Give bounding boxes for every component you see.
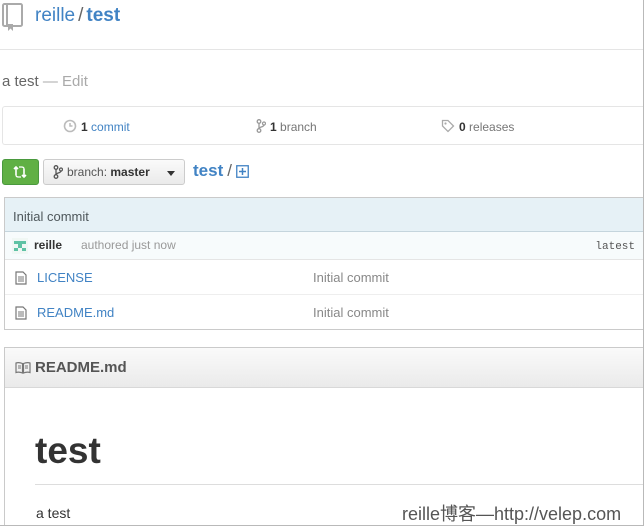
breadcrumb-separator: / xyxy=(227,161,232,180)
history-icon xyxy=(63,119,77,133)
repo-name-link[interactable]: test xyxy=(86,5,120,26)
repo-title-separator: / xyxy=(78,5,84,26)
latest-commit-link[interactable]: latest xyxy=(595,241,635,253)
latest-commit-message[interactable]: Initial commit xyxy=(5,198,643,232)
page-frame: reille / test a test — Edit 1 commit 1 bra… xyxy=(0,0,644,526)
book-icon xyxy=(15,362,31,374)
compare-button[interactable] xyxy=(2,159,39,185)
branch-icon xyxy=(53,165,64,179)
readme-filename: README.md xyxy=(35,359,127,376)
add-file-icon[interactable] xyxy=(236,163,249,183)
readme-header: README.md xyxy=(5,348,643,388)
branches-label: branch xyxy=(280,120,317,134)
releases-summary[interactable]: 0 releases xyxy=(441,119,514,134)
branch-icon xyxy=(256,119,267,133)
table-row: README.md Initial commit xyxy=(5,295,643,330)
repo-description-text: a test xyxy=(2,73,39,90)
commits-label: commit xyxy=(91,120,130,134)
breadcrumb: test / xyxy=(193,161,249,183)
readme-body-text: a test xyxy=(36,505,71,521)
commit-author-link[interactable]: reille xyxy=(34,238,62,252)
repo-title: reille / test xyxy=(35,5,120,27)
watermark-text: reille博客—http://velep.com xyxy=(402,504,622,524)
compare-icon xyxy=(13,165,27,179)
readme-heading: test xyxy=(35,430,101,471)
branch-prefix: branch: xyxy=(67,165,108,179)
file-commit-message[interactable]: Initial commit xyxy=(313,305,389,320)
table-row: LICENSE Initial commit xyxy=(5,260,643,295)
branch-select-button[interactable]: branch: master xyxy=(43,159,185,185)
file-listing: Initial commit reille authored just now … xyxy=(4,197,643,330)
breadcrumb-root-link[interactable]: test xyxy=(193,161,223,180)
file-name-link[interactable]: LICENSE xyxy=(37,270,93,285)
releases-count: 0 xyxy=(459,120,466,134)
releases-label: releases xyxy=(469,120,515,134)
branch-name: master xyxy=(110,165,150,179)
commit-time: authored just now xyxy=(81,238,176,252)
edit-description-link[interactable]: Edit xyxy=(62,73,88,90)
repo-description: a test — Edit xyxy=(2,73,88,90)
description-dash: — xyxy=(42,73,58,90)
commits-summary[interactable]: 1 commit xyxy=(63,119,130,134)
avatar[interactable] xyxy=(12,238,28,254)
numbers-summary: 1 commit 1 branch 0 releases xyxy=(2,106,643,145)
repo-owner-link[interactable]: reille xyxy=(35,5,75,26)
chevron-down-icon xyxy=(167,171,175,176)
tag-icon xyxy=(441,119,455,133)
repo-icon xyxy=(2,3,24,31)
file-name-link[interactable]: README.md xyxy=(37,305,114,320)
file-text-icon xyxy=(15,271,27,288)
readme-divider xyxy=(35,484,643,485)
branches-summary[interactable]: 1 branch xyxy=(256,119,317,134)
branches-count: 1 xyxy=(270,120,277,134)
file-commit-message[interactable]: Initial commit xyxy=(313,270,389,285)
file-text-icon xyxy=(15,306,27,323)
commits-count: 1 xyxy=(81,120,88,134)
latest-commit-meta: reille authored just now latest xyxy=(5,232,643,260)
repo-header: reille / test xyxy=(0,0,643,50)
